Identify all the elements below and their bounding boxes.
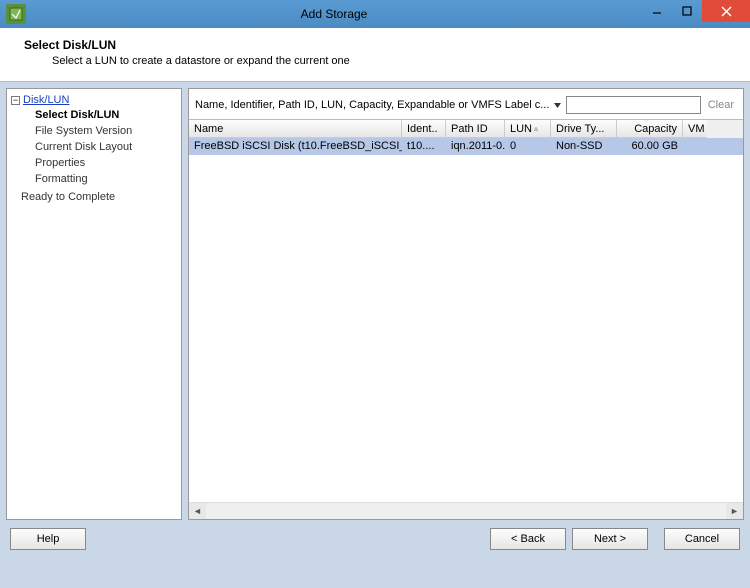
cell-drive-type: Non-SSD: [551, 138, 617, 155]
table-empty-area: [189, 155, 743, 502]
help-button[interactable]: Help: [10, 528, 86, 550]
wizard-footer: Help < Back Next > Cancel: [0, 520, 750, 558]
nav-ready-to-complete[interactable]: Ready to Complete: [21, 191, 177, 203]
lun-table: Name Ident.. Path ID LUN▵ Drive Ty... Ca…: [189, 119, 743, 155]
cell-name: FreeBSD iSCSI Disk (t10.FreeBSD_iSCSI_..…: [189, 138, 402, 155]
wizard-header: Select Disk/LUN Select a LUN to create a…: [0, 28, 750, 82]
cancel-button[interactable]: Cancel: [664, 528, 740, 550]
horizontal-scrollbar[interactable]: ◄ ►: [189, 502, 743, 519]
tree-collapse-icon[interactable]: −: [11, 96, 20, 105]
page-title: Select Disk/LUN: [24, 38, 732, 52]
filter-dropdown-icon[interactable]: [553, 101, 562, 110]
cell-path-id: iqn.2011-0...: [446, 138, 505, 155]
scroll-track[interactable]: [206, 503, 726, 519]
sort-asc-icon: ▵: [534, 124, 538, 133]
col-vm[interactable]: VM: [683, 120, 707, 138]
nav-formatting[interactable]: Formatting: [35, 171, 177, 187]
col-capacity[interactable]: Capacity: [617, 120, 683, 138]
content-pane: Name, Identifier, Path ID, LUN, Capacity…: [188, 88, 744, 520]
filter-input[interactable]: [566, 96, 700, 114]
nav-disk-lun[interactable]: Disk/LUN: [23, 94, 69, 106]
cell-lun: 0: [505, 138, 551, 155]
table-row[interactable]: FreeBSD iSCSI Disk (t10.FreeBSD_iSCSI_..…: [189, 138, 743, 155]
close-button[interactable]: [702, 0, 750, 22]
table-header: Name Ident.. Path ID LUN▵ Drive Ty... Ca…: [189, 120, 743, 138]
titlebar[interactable]: Add Storage: [0, 0, 750, 28]
scroll-left-icon[interactable]: ◄: [189, 503, 206, 520]
page-subtitle: Select a LUN to create a datastore or ex…: [52, 55, 732, 67]
nav-select-disk-lun[interactable]: Select Disk/LUN: [35, 107, 177, 123]
nav-properties[interactable]: Properties: [35, 155, 177, 171]
col-lun[interactable]: LUN▵: [505, 120, 551, 138]
filter-clear[interactable]: Clear: [705, 99, 737, 111]
cell-vm: [683, 138, 707, 155]
wizard-nav: − Disk/LUN Select Disk/LUN File System V…: [6, 88, 182, 520]
col-drive-type[interactable]: Drive Ty...: [551, 120, 617, 138]
cell-identifier: t10....: [402, 138, 446, 155]
col-identifier[interactable]: Ident..: [402, 120, 446, 138]
maximize-button[interactable]: [672, 0, 702, 22]
filter-label: Name, Identifier, Path ID, LUN, Capacity…: [195, 99, 549, 111]
filter-bar: Name, Identifier, Path ID, LUN, Capacity…: [189, 89, 743, 119]
back-button[interactable]: < Back: [490, 528, 566, 550]
col-name[interactable]: Name: [189, 120, 402, 138]
next-button[interactable]: Next >: [572, 528, 648, 550]
nav-current-disk-layout[interactable]: Current Disk Layout: [35, 139, 177, 155]
cell-capacity: 60.00 GB: [617, 138, 683, 155]
scroll-right-icon[interactable]: ►: [726, 503, 743, 520]
minimize-button[interactable]: [642, 0, 672, 22]
col-path-id[interactable]: Path ID: [446, 120, 505, 138]
nav-file-system-version[interactable]: File System Version: [35, 123, 177, 139]
window-title: Add Storage: [26, 7, 642, 21]
app-icon: [6, 4, 26, 24]
